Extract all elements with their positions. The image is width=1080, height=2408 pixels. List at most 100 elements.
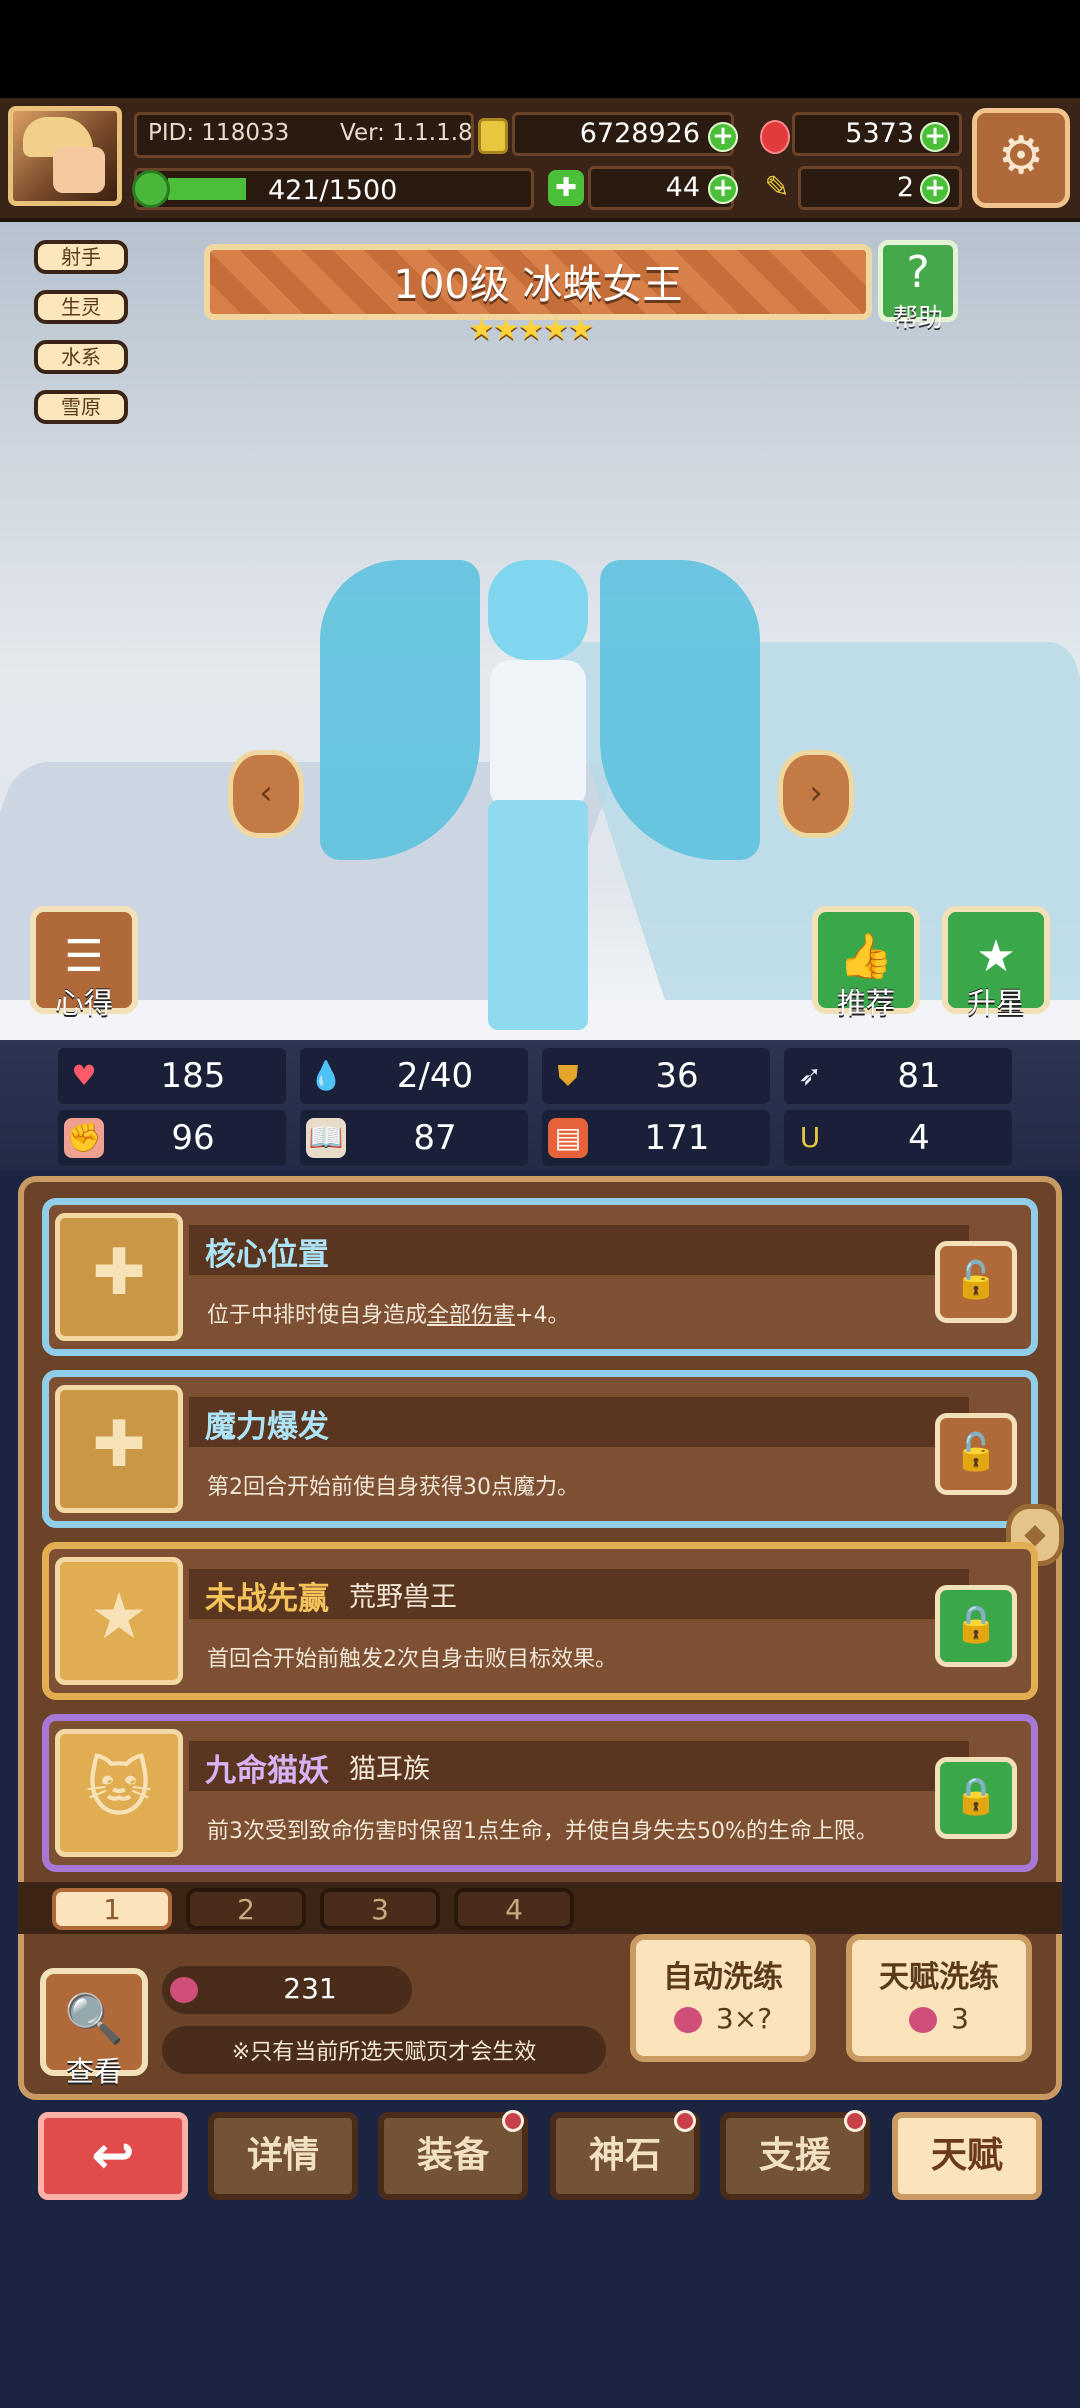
talent-refine-label: 天赋洗练 xyxy=(879,1960,999,1995)
tag-snowfield: 雪原 xyxy=(34,390,128,424)
talent-page-note: ※只有当前所选天赋页才会生效 xyxy=(231,2040,537,2065)
lock-button[interactable]: 🔒 xyxy=(935,1585,1017,1667)
key-icon: ✎ xyxy=(764,170,790,205)
add-clover-button[interactable]: + xyxy=(708,174,738,204)
berry-count: 231 xyxy=(283,1972,337,2005)
upstar-label: 升星 xyxy=(966,986,1025,1020)
talent-card-3[interactable]: ★ 未战先赢 荒野兽王 首回合开始前触发2次自身击败目标效果。 🔒 xyxy=(42,1542,1038,1700)
berry-icon xyxy=(673,2007,702,2033)
talent-name: 未战先赢 xyxy=(205,1581,329,1617)
talent-refine-button[interactable]: 天赋洗练 3 xyxy=(846,1934,1032,2062)
hero-sprite xyxy=(320,540,760,1040)
berry-icon xyxy=(909,2007,938,2033)
talent-name: 核心位置 xyxy=(205,1237,329,1273)
gem-amount: 5373 xyxy=(845,118,914,149)
stat-mana: 💧 2/40 xyxy=(300,1048,528,1104)
talent-desc: 位于中排时使自身造成全部伤害+4。 xyxy=(207,1303,570,1328)
xinde-label: 心得 xyxy=(54,986,113,1020)
stat-crit: ▤ 171 xyxy=(542,1110,770,1166)
next-hero-button[interactable]: › xyxy=(778,750,854,838)
auto-refine-label: 自动洗练 xyxy=(663,1960,783,1995)
prev-hero-button[interactable]: ‹ xyxy=(228,750,304,838)
recommend-label: 推荐 xyxy=(836,986,895,1020)
talent-refine-cost: 3 xyxy=(852,2002,1026,2035)
unlock-icon: 🔓 xyxy=(953,1260,999,1301)
player-avatar[interactable] xyxy=(8,106,122,206)
unlock-icon: 🔓 xyxy=(953,1432,999,1473)
talent-page-tab-4[interactable]: 4 xyxy=(454,1888,574,1930)
settings-button[interactable]: ⚙ xyxy=(972,108,1070,208)
hero-stars: ★★★★★ xyxy=(468,312,594,347)
cat-talent-icon: 🐱 xyxy=(55,1729,183,1857)
clover-icon: ✚ xyxy=(548,170,584,206)
talent-page-tab-2[interactable]: 2 xyxy=(186,1888,306,1930)
nav-talent[interactable]: 天赋 xyxy=(892,2112,1042,2200)
hero-title: 100级 冰蛛女王 xyxy=(393,262,683,308)
scroll-icon: ▤ xyxy=(548,1118,588,1158)
ruby-gem-icon xyxy=(760,120,790,154)
talent-desc: 前3次受到致命伤害时保留1点生命，并使自身失去50%的生命上限。 xyxy=(207,1819,878,1844)
add-gem-button[interactable]: + xyxy=(920,122,950,152)
key-amount: 2 xyxy=(896,172,914,203)
status-bar xyxy=(0,0,1080,98)
berry-icon xyxy=(170,1977,198,2003)
add-gold-button[interactable]: + xyxy=(708,122,738,152)
talent-card-1[interactable]: ✚ 核心位置 位于中排时使自身造成全部伤害+4。 🔓 xyxy=(42,1198,1038,1356)
xp-text: 421/1500 xyxy=(268,175,398,206)
talent-origin: 荒野兽王 xyxy=(349,1582,457,1613)
arrow-left-icon: ‹ xyxy=(259,773,273,813)
xp-bar-fill xyxy=(168,178,246,200)
star-icon: ★ xyxy=(976,931,1016,982)
unlock-button[interactable]: 🔓 xyxy=(935,1413,1017,1495)
back-button[interactable]: ↩ xyxy=(38,2112,188,2200)
stat-speed: ➶ 81 xyxy=(784,1048,1012,1104)
shield-icon: ⛊ xyxy=(557,1059,579,1092)
water-drop-icon: 💧 xyxy=(308,1059,344,1092)
clover-amount: 44 xyxy=(665,172,700,203)
stat-attack: ✊ 96 xyxy=(58,1110,286,1166)
notification-dot xyxy=(844,2110,866,2132)
notebook-icon: ☰ xyxy=(64,931,104,982)
lock-icon: 🔒 xyxy=(953,1776,999,1817)
auto-refine-cost: 3×? xyxy=(636,2002,810,2035)
gear-icon: ⚙ xyxy=(997,126,1045,186)
help-label: 帮助 xyxy=(892,303,943,332)
plus-talent-icon: ✚ xyxy=(55,1213,183,1341)
gold-coin-icon xyxy=(478,118,508,154)
talent-page-tab-3[interactable]: 3 xyxy=(320,1888,440,1930)
talent-card-4[interactable]: 🐱 九命猫妖 猫耳族 前3次受到致命伤害时保留1点生命，并使自身失去50%的生命… xyxy=(42,1714,1038,1872)
heart-icon: ♥ xyxy=(71,1059,97,1092)
view-label: 查看 xyxy=(65,2055,122,2088)
xp-icon xyxy=(132,170,170,208)
stat-hp: ♥ 185 xyxy=(58,1048,286,1104)
player-id: PID: 118033 xyxy=(148,120,290,146)
fist-icon: ✊ xyxy=(64,1118,104,1158)
arrow-right-icon: › xyxy=(809,773,823,813)
back-arrow-icon: ↩ xyxy=(91,2126,135,2186)
lock-icon: 🔒 xyxy=(953,1604,999,1645)
add-key-button[interactable]: + xyxy=(920,174,950,204)
gold-amount: 6728926 xyxy=(579,118,700,149)
question-icon: ? xyxy=(906,247,930,298)
talent-name: 九命猫妖 xyxy=(205,1753,329,1789)
star-talent-icon: ★ xyxy=(55,1557,183,1685)
wing-icon: ➶ xyxy=(798,1059,822,1092)
talent-page-tab-1[interactable]: 1 xyxy=(52,1888,172,1930)
horseshoe-icon: Ս xyxy=(799,1121,821,1154)
auto-refine-button[interactable]: 自动洗练 3×? xyxy=(630,1934,816,2062)
nav-details[interactable]: 详情 xyxy=(208,2112,358,2200)
talent-card-2[interactable]: ✚ 魔力爆发 第2回合开始前使自身获得30点魔力。 🔓 xyxy=(42,1370,1038,1528)
stat-magic: 📖 87 xyxy=(300,1110,528,1166)
notification-dot xyxy=(502,2110,524,2132)
tag-archer: 射手 xyxy=(34,240,128,274)
tag-creature: 生灵 xyxy=(34,290,128,324)
stat-defense: ⛊ 36 xyxy=(542,1048,770,1104)
unlock-button[interactable]: 🔓 xyxy=(935,1241,1017,1323)
talent-desc: 第2回合开始前使自身获得30点魔力。 xyxy=(207,1475,579,1500)
plus-talent-icon: ✚ xyxy=(55,1385,183,1513)
tag-water: 水系 xyxy=(34,340,128,374)
lock-button[interactable]: 🔒 xyxy=(935,1757,1017,1839)
talent-desc: 首回合开始前触发2次自身击败目标效果。 xyxy=(207,1647,617,1672)
talent-name: 魔力爆发 xyxy=(205,1409,329,1445)
book-icon: 📖 xyxy=(306,1118,346,1158)
